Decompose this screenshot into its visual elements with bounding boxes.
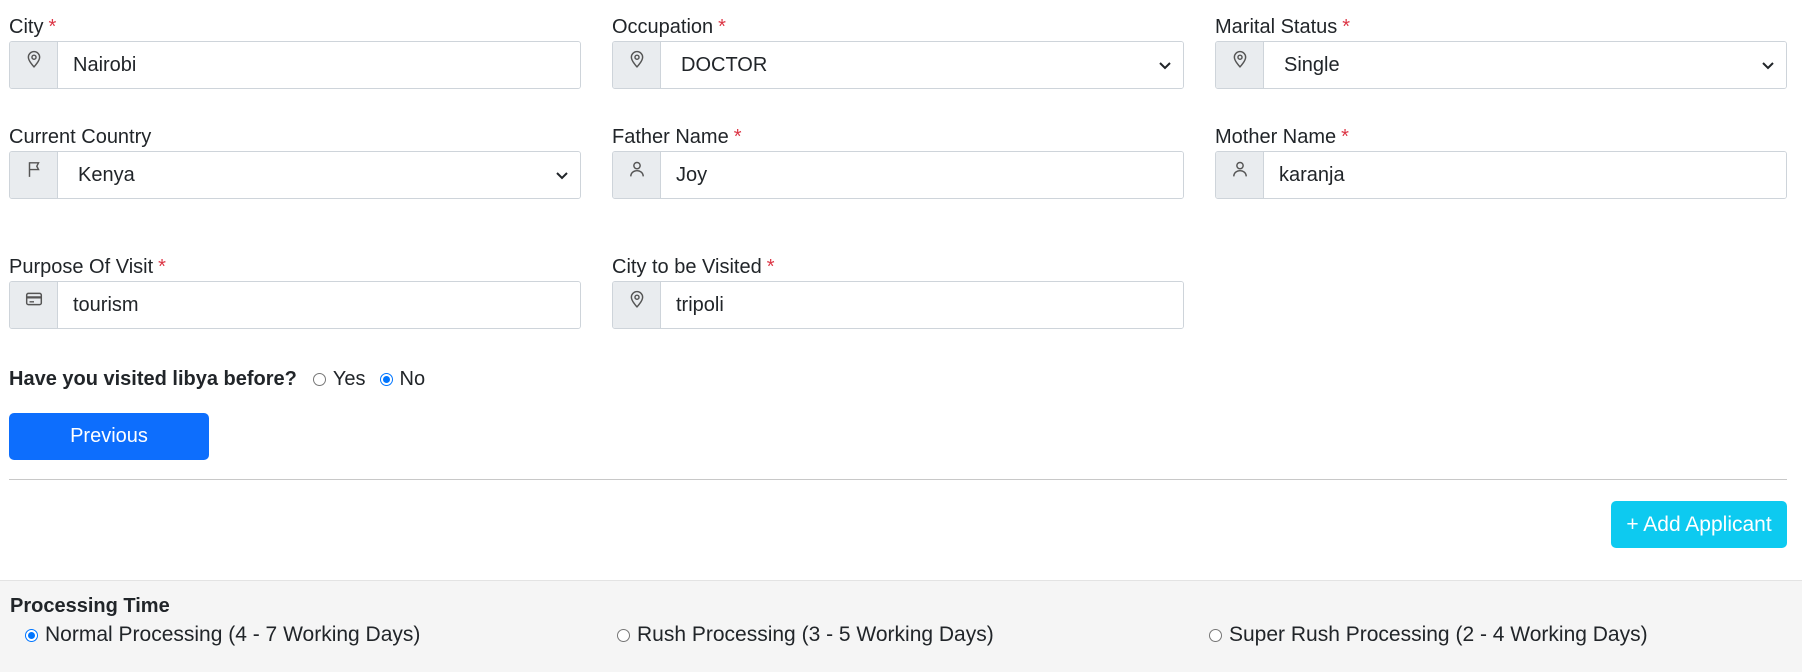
mother-name-label: Mother Name * <box>1215 126 1349 148</box>
occupation-selected-value: DOCTOR <box>681 53 768 76</box>
section-divider <box>9 479 1787 480</box>
map-pin-icon <box>10 42 58 88</box>
current-country-field: Current Country Kenya <box>9 125 581 199</box>
purpose-of-visit-input[interactable] <box>58 282 580 328</box>
occupation-field: Occupation * DOCTOR <box>612 15 1184 89</box>
current-country-label: Current Country <box>9 126 152 148</box>
normal-processing-radio[interactable] <box>25 628 38 642</box>
chevron-down-icon <box>1159 62 1171 70</box>
father-name-input[interactable] <box>661 152 1183 198</box>
city-input[interactable] <box>58 42 580 88</box>
super-rush-processing-radio[interactable] <box>1209 628 1222 642</box>
visited-no-option[interactable]: No <box>379 368 426 391</box>
chevron-down-icon <box>556 172 568 180</box>
marital-status-select[interactable]: Single <box>1264 42 1786 88</box>
rush-processing-option[interactable]: Rush Processing (3 - 5 Working Days) <box>617 623 994 647</box>
mother-name-field: Mother Name * <box>1215 125 1787 199</box>
add-applicant-button[interactable]: + Add Applicant <box>1611 501 1787 548</box>
required-marker: * <box>158 256 166 278</box>
occupation-label: Occupation * <box>612 16 726 38</box>
previous-button[interactable]: Previous <box>9 413 209 460</box>
visited-libya-question: Have you visited libya before? Yes No <box>9 368 439 391</box>
processing-time-title: Processing Time <box>10 595 170 617</box>
map-pin-icon <box>613 282 661 328</box>
required-marker: * <box>718 16 726 38</box>
map-pin-icon <box>1216 42 1264 88</box>
marital-status-field: Marital Status * Single <box>1215 15 1787 89</box>
marital-status-selected-value: Single <box>1284 53 1340 76</box>
visited-no-label: No <box>399 368 426 390</box>
chevron-down-icon <box>1762 62 1774 70</box>
map-pin-icon <box>613 42 661 88</box>
super-rush-processing-label: Super Rush Processing (2 - 4 Working Day… <box>1229 623 1648 646</box>
marital-status-label: Marital Status * <box>1215 16 1351 38</box>
required-marker: * <box>1341 126 1349 148</box>
current-country-selected-value: Kenya <box>78 163 135 186</box>
city-to-visit-input[interactable] <box>661 282 1183 328</box>
user-icon <box>613 152 661 198</box>
required-marker: * <box>48 16 57 38</box>
father-name-field: Father Name * <box>612 125 1184 199</box>
normal-processing-label: Normal Processing (4 - 7 Working Days) <box>45 623 421 646</box>
visited-yes-radio[interactable] <box>312 373 326 386</box>
city-to-visit-label: City to be Visited * <box>612 256 775 278</box>
processing-time-section: Processing Time Normal Processing (4 - 7… <box>0 580 1802 672</box>
city-to-visit-field: City to be Visited * <box>612 255 1184 329</box>
rush-processing-label: Rush Processing (3 - 5 Working Days) <box>637 623 994 646</box>
city-field: City * <box>9 15 581 89</box>
rush-processing-radio[interactable] <box>617 628 630 642</box>
mother-name-input[interactable] <box>1264 152 1786 198</box>
required-marker: * <box>1342 16 1351 38</box>
required-marker: * <box>766 256 775 278</box>
flag-icon <box>10 152 58 198</box>
card-icon <box>10 282 58 328</box>
city-label: City * <box>9 16 57 38</box>
purpose-of-visit-label: Purpose Of Visit * <box>9 256 166 278</box>
visited-no-radio[interactable] <box>379 373 393 386</box>
visited-yes-label: Yes <box>332 368 366 390</box>
occupation-select[interactable]: DOCTOR <box>661 42 1183 88</box>
purpose-of-visit-field: Purpose Of Visit * <box>9 255 581 329</box>
visited-libya-question-text: Have you visited libya before? <box>9 368 297 390</box>
super-rush-processing-option[interactable]: Super Rush Processing (2 - 4 Working Day… <box>1209 623 1648 647</box>
current-country-select[interactable]: Kenya <box>58 152 580 198</box>
user-icon <box>1216 152 1264 198</box>
required-marker: * <box>733 126 742 148</box>
father-name-label: Father Name * <box>612 126 742 148</box>
visited-yes-option[interactable]: Yes <box>312 368 366 391</box>
normal-processing-option[interactable]: Normal Processing (4 - 7 Working Days) <box>25 623 420 647</box>
